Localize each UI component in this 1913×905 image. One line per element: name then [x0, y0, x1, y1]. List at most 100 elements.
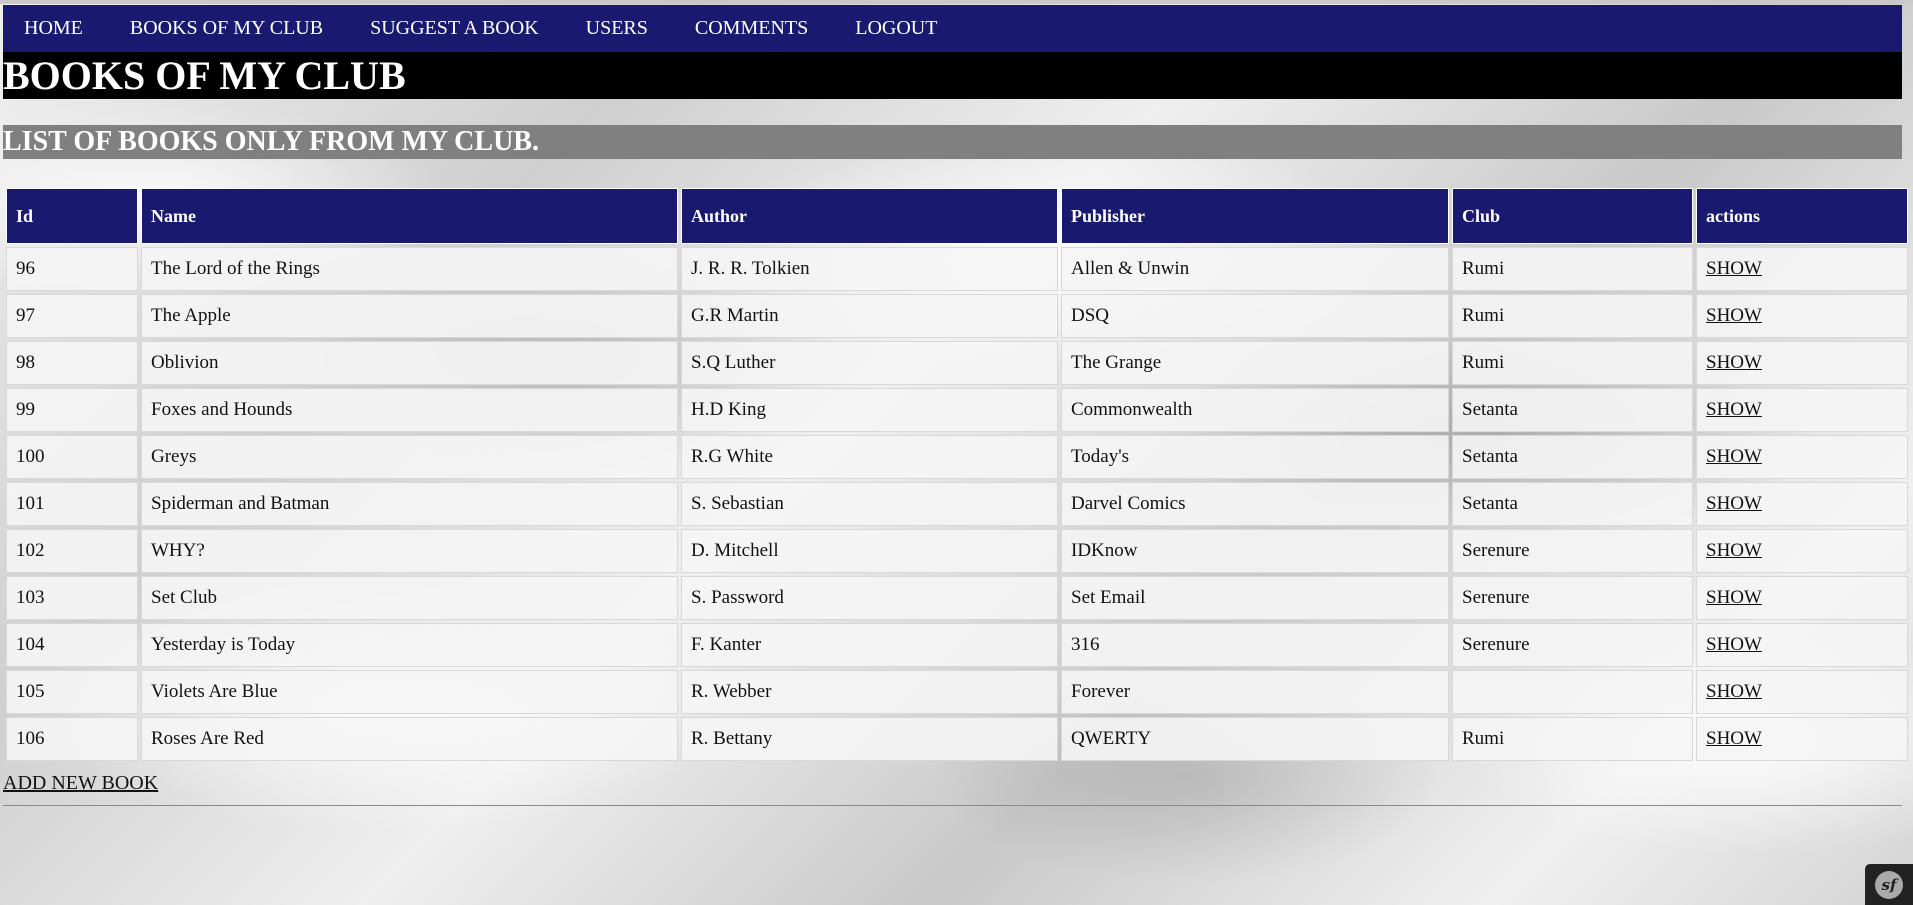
- cell-club: Setanta: [1452, 435, 1693, 479]
- nav-comments[interactable]: COMMENTS: [695, 17, 808, 40]
- cell-actions: SHOW: [1696, 623, 1908, 667]
- header-publisher: Publisher: [1061, 188, 1449, 244]
- top-strip: [0, 0, 1913, 4]
- cell-actions: SHOW: [1696, 670, 1908, 714]
- page-subtitle: LIST OF BOOKS ONLY FROM MY CLUB.: [3, 125, 1902, 159]
- cell-actions: SHOW: [1696, 482, 1908, 526]
- cell-club: [1452, 670, 1693, 714]
- cell-id: 106: [6, 717, 138, 761]
- cell-name: The Lord of the Rings: [141, 247, 678, 291]
- table-row: 105 Violets Are Blue R. Webber Forever S…: [6, 670, 1908, 714]
- show-link[interactable]: SHOW: [1706, 399, 1762, 420]
- cell-author: R. Bettany: [681, 717, 1058, 761]
- cell-club: Rumi: [1452, 294, 1693, 338]
- symfony-toolbar-toggle[interactable]: sf: [1865, 864, 1913, 905]
- divider: [3, 805, 1902, 806]
- cell-name: Roses Are Red: [141, 717, 678, 761]
- cell-club: Serenure: [1452, 529, 1693, 573]
- cell-club: Rumi: [1452, 247, 1693, 291]
- nav-users[interactable]: USERS: [586, 17, 648, 40]
- cell-name: Greys: [141, 435, 678, 479]
- cell-author: H.D King: [681, 388, 1058, 432]
- table-header-row: Id Name Author Publisher Club actions: [6, 188, 1908, 244]
- cell-name: Spiderman and Batman: [141, 482, 678, 526]
- show-link[interactable]: SHOW: [1706, 728, 1762, 749]
- cell-actions: SHOW: [1696, 576, 1908, 620]
- cell-author: F. Kanter: [681, 623, 1058, 667]
- cell-id: 97: [6, 294, 138, 338]
- show-link[interactable]: SHOW: [1706, 305, 1762, 326]
- cell-publisher: 316: [1061, 623, 1449, 667]
- nav-home[interactable]: HOME: [24, 17, 83, 40]
- show-link[interactable]: SHOW: [1706, 493, 1762, 514]
- cell-id: 100: [6, 435, 138, 479]
- page-title: BOOKS OF MY CLUB: [3, 52, 1902, 99]
- show-link[interactable]: SHOW: [1706, 681, 1762, 702]
- cell-id: 105: [6, 670, 138, 714]
- cell-name: The Apple: [141, 294, 678, 338]
- cell-id: 104: [6, 623, 138, 667]
- cell-actions: SHOW: [1696, 435, 1908, 479]
- cell-club: Serenure: [1452, 623, 1693, 667]
- table-row: 98 Oblivion S.Q Luther The Grange Rumi S…: [6, 341, 1908, 385]
- cell-author: J. R. R. Tolkien: [681, 247, 1058, 291]
- add-new-book-link[interactable]: ADD NEW BOOK: [3, 772, 158, 795]
- show-link[interactable]: SHOW: [1706, 634, 1762, 655]
- cell-name: Yesterday is Today: [141, 623, 678, 667]
- cell-id: 101: [6, 482, 138, 526]
- table-row: 106 Roses Are Red R. Bettany QWERTY Rumi…: [6, 717, 1908, 761]
- cell-author: S. Sebastian: [681, 482, 1058, 526]
- table-row: 103 Set Club S. Password Set Email Seren…: [6, 576, 1908, 620]
- cell-name: Violets Are Blue: [141, 670, 678, 714]
- cell-publisher: Set Email: [1061, 576, 1449, 620]
- table-row: 101 Spiderman and Batman S. Sebastian Da…: [6, 482, 1908, 526]
- cell-publisher: Allen & Unwin: [1061, 247, 1449, 291]
- cell-name: Oblivion: [141, 341, 678, 385]
- cell-actions: SHOW: [1696, 294, 1908, 338]
- cell-name: Set Club: [141, 576, 678, 620]
- header-name: Name: [141, 188, 678, 244]
- show-link[interactable]: SHOW: [1706, 352, 1762, 373]
- nav-books-of-my-club[interactable]: BOOKS OF MY CLUB: [130, 17, 323, 40]
- nav-logout[interactable]: LOGOUT: [855, 17, 937, 40]
- header-id: Id: [6, 188, 138, 244]
- cell-club: Rumi: [1452, 341, 1693, 385]
- cell-id: 98: [6, 341, 138, 385]
- cell-author: G.R Martin: [681, 294, 1058, 338]
- cell-id: 99: [6, 388, 138, 432]
- cell-author: S. Password: [681, 576, 1058, 620]
- header-club: Club: [1452, 188, 1693, 244]
- header-author: Author: [681, 188, 1058, 244]
- cell-author: S.Q Luther: [681, 341, 1058, 385]
- cell-publisher: QWERTY: [1061, 717, 1449, 761]
- books-table: Id Name Author Publisher Club actions 96…: [3, 185, 1911, 764]
- show-link[interactable]: SHOW: [1706, 446, 1762, 467]
- cell-id: 103: [6, 576, 138, 620]
- table-row: 102 WHY? D. Mitchell IDKnow Serenure SHO…: [6, 529, 1908, 573]
- header-actions: actions: [1696, 188, 1908, 244]
- table-row: 99 Foxes and Hounds H.D King Commonwealt…: [6, 388, 1908, 432]
- table-row: 100 Greys R.G White Today's Setanta SHOW: [6, 435, 1908, 479]
- main-nav: HOME BOOKS OF MY CLUB SUGGEST A BOOK USE…: [3, 5, 1902, 52]
- table-row: 97 The Apple G.R Martin DSQ Rumi SHOW: [6, 294, 1908, 338]
- cell-club: Serenure: [1452, 576, 1693, 620]
- cell-author: D. Mitchell: [681, 529, 1058, 573]
- symfony-icon: sf: [1875, 870, 1903, 899]
- show-link[interactable]: SHOW: [1706, 540, 1762, 561]
- cell-actions: SHOW: [1696, 717, 1908, 761]
- show-link[interactable]: SHOW: [1706, 258, 1762, 279]
- cell-name: WHY?: [141, 529, 678, 573]
- cell-author: R. Webber: [681, 670, 1058, 714]
- cell-publisher: Forever: [1061, 670, 1449, 714]
- cell-actions: SHOW: [1696, 247, 1908, 291]
- show-link[interactable]: SHOW: [1706, 587, 1762, 608]
- cell-publisher: Today's: [1061, 435, 1449, 479]
- cell-publisher: The Grange: [1061, 341, 1449, 385]
- cell-name: Foxes and Hounds: [141, 388, 678, 432]
- cell-publisher: Commonwealth: [1061, 388, 1449, 432]
- cell-actions: SHOW: [1696, 529, 1908, 573]
- cell-id: 96: [6, 247, 138, 291]
- nav-suggest-a-book[interactable]: SUGGEST A BOOK: [370, 17, 539, 40]
- cell-id: 102: [6, 529, 138, 573]
- cell-club: Setanta: [1452, 482, 1693, 526]
